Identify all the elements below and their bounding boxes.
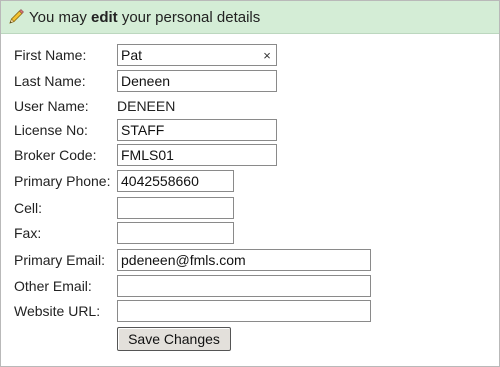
user-name-label: User Name: — [14, 98, 89, 114]
fax-field[interactable] — [117, 222, 234, 244]
close-icon[interactable]: × — [259, 45, 275, 67]
primary-email-field[interactable] — [117, 249, 371, 271]
other-email-label: Other Email: — [14, 278, 92, 294]
primary-phone-field[interactable] — [117, 170, 234, 192]
personal-details-panel: You may edit your personal details First… — [0, 0, 500, 367]
header-suffix: your personal details — [117, 8, 261, 26]
license-no-field[interactable] — [117, 119, 277, 141]
row-fax: Fax: — [1, 222, 499, 248]
row-first-name: First Name: × — [1, 44, 499, 70]
row-last-name: Last Name: — [1, 70, 499, 96]
cell-field[interactable] — [117, 197, 234, 219]
broker-code-label: Broker Code: — [14, 147, 97, 163]
row-primary-phone: Primary Phone: — [1, 170, 499, 196]
header-text: You may edit your personal details — [29, 9, 260, 26]
panel-header: You may edit your personal details — [1, 1, 499, 34]
website-url-field[interactable] — [117, 300, 371, 322]
user-name-value: DENEEN — [117, 98, 176, 114]
first-name-field[interactable] — [117, 44, 277, 66]
row-license-no: License No: — [1, 119, 499, 145]
save-changes-button[interactable]: Save Changes — [117, 327, 231, 351]
primary-email-label: Primary Email: — [14, 252, 106, 268]
website-url-label: Website URL: — [14, 303, 101, 319]
pencil-icon — [7, 8, 25, 26]
first-name-label: First Name: — [14, 47, 87, 63]
other-email-field[interactable] — [117, 275, 371, 297]
last-name-label: Last Name: — [14, 73, 86, 89]
last-name-field[interactable] — [117, 70, 277, 92]
row-broker-code: Broker Code: — [1, 144, 499, 170]
header-prefix: You may — [29, 8, 91, 26]
license-no-label: License No: — [14, 122, 88, 138]
row-cell: Cell: — [1, 197, 499, 223]
cell-label: Cell: — [14, 200, 43, 216]
header-emphasis: edit — [91, 8, 118, 26]
row-user-name: User Name: DENEEN — [1, 95, 499, 121]
row-other-email: Other Email: — [1, 275, 499, 301]
broker-code-field[interactable] — [117, 144, 277, 166]
row-primary-email: Primary Email: — [1, 249, 499, 275]
row-website-url: Website URL: — [1, 300, 499, 326]
fax-label: Fax: — [14, 225, 42, 241]
primary-phone-label: Primary Phone: — [14, 173, 111, 189]
